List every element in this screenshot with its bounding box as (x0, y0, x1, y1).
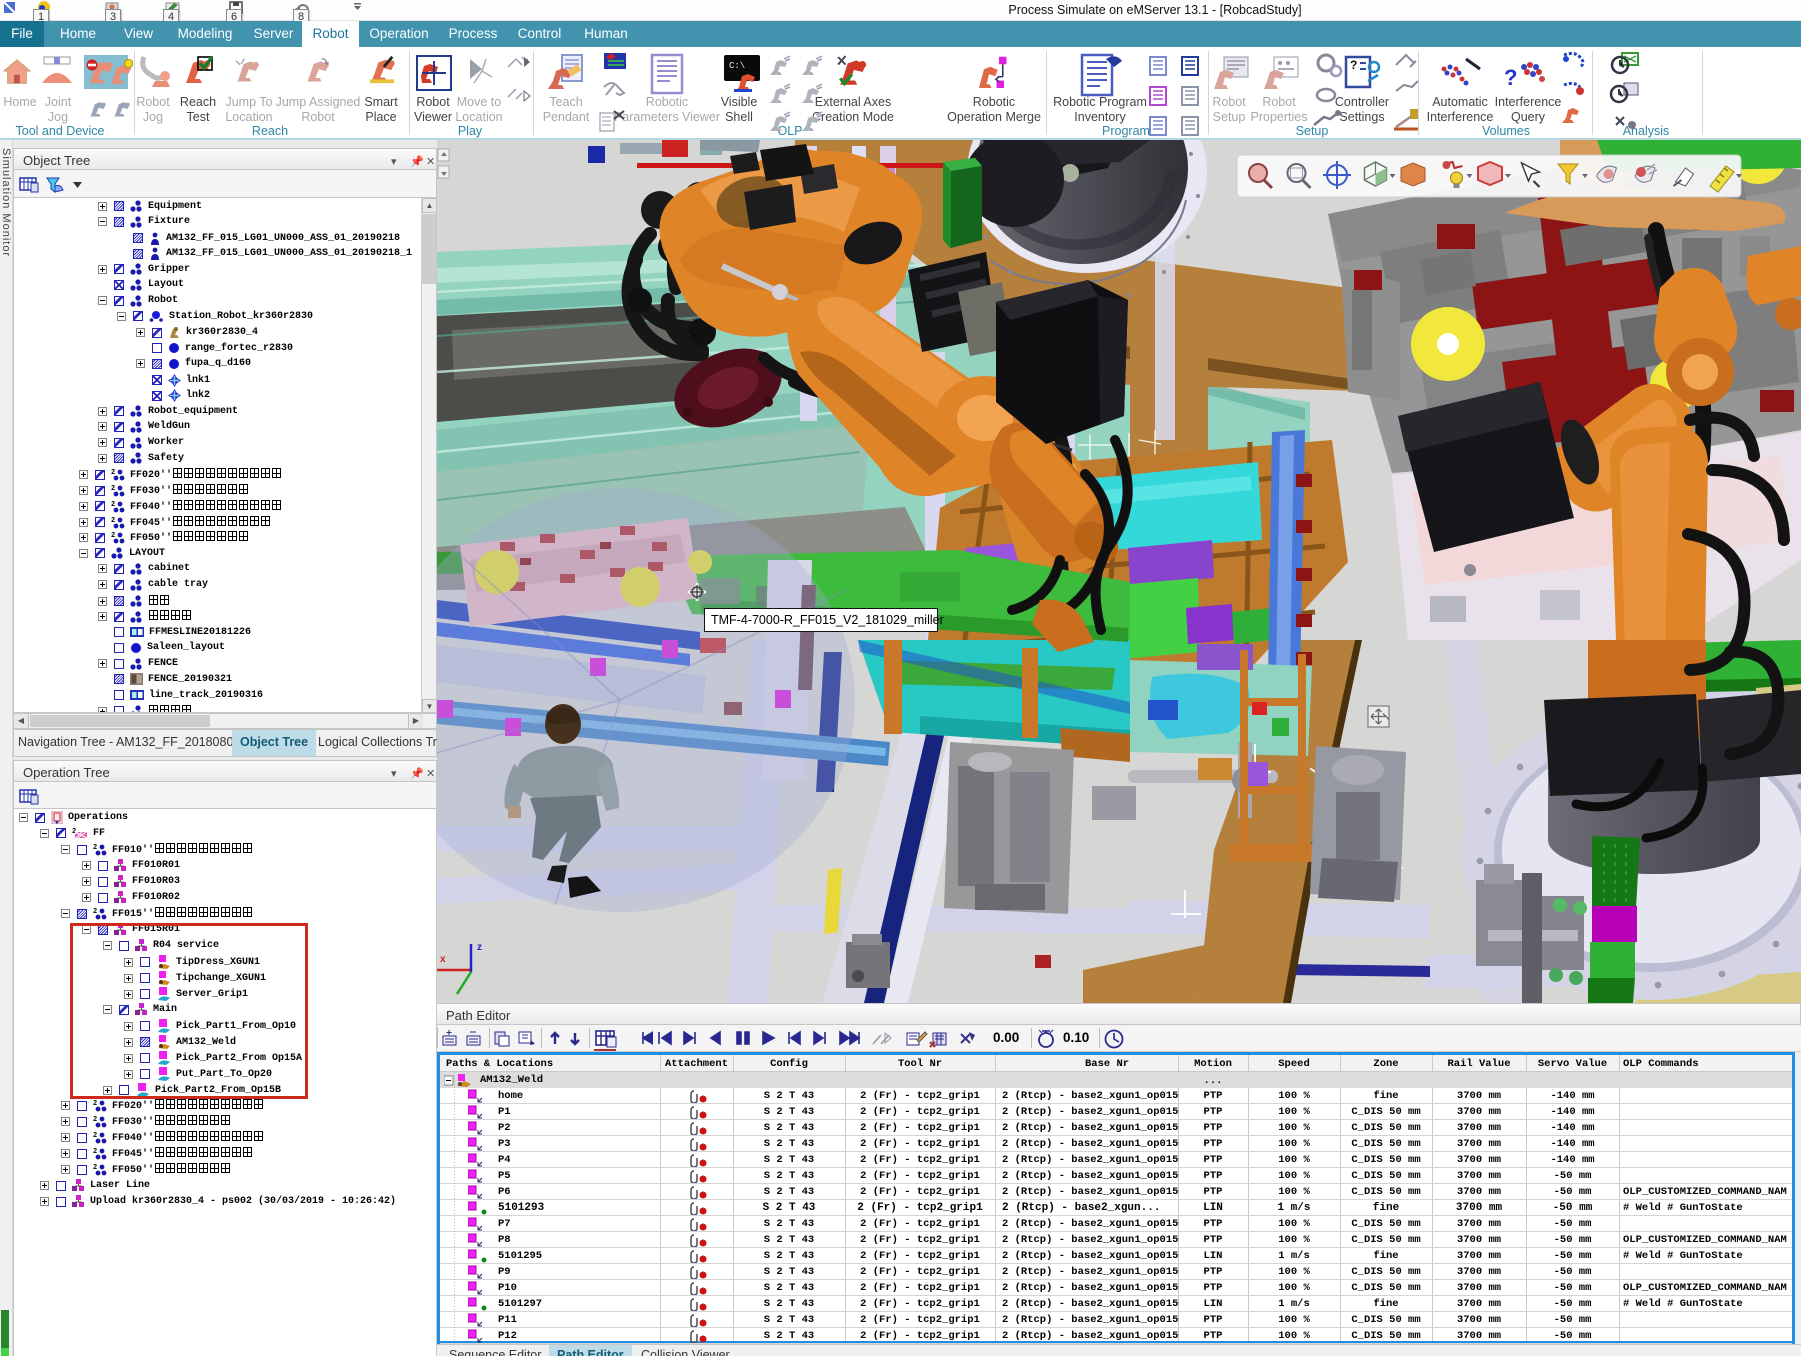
svg-text:2: 2 (93, 1116, 97, 1124)
svg-text:2: 2 (93, 1164, 97, 1172)
svg-text:x: x (440, 954, 446, 965)
svg-text:2: 2 (111, 469, 115, 477)
svg-text:?: ? (1350, 58, 1357, 72)
svg-text:TMF-4-7000-R_FF015_V2_181029_m: TMF-4-7000-R_FF015_V2_181029_miller (711, 613, 944, 627)
svg-text:z: z (477, 942, 482, 953)
svg-text:2: 2 (93, 844, 97, 852)
svg-text:2: 2 (111, 517, 115, 525)
svg-text:2: 2 (93, 1100, 97, 1108)
svg-text:2: 2 (111, 532, 115, 540)
svg-text:2: 2 (93, 908, 97, 916)
svg-text:2: 2 (111, 501, 115, 509)
svg-text:2: 2 (111, 485, 115, 493)
svg-text:2: 2 (93, 1148, 97, 1156)
svg-text:?: ? (1504, 65, 1517, 90)
svg-text:2: 2 (93, 1132, 97, 1140)
svg-text:C:\: C:\ (729, 61, 745, 71)
